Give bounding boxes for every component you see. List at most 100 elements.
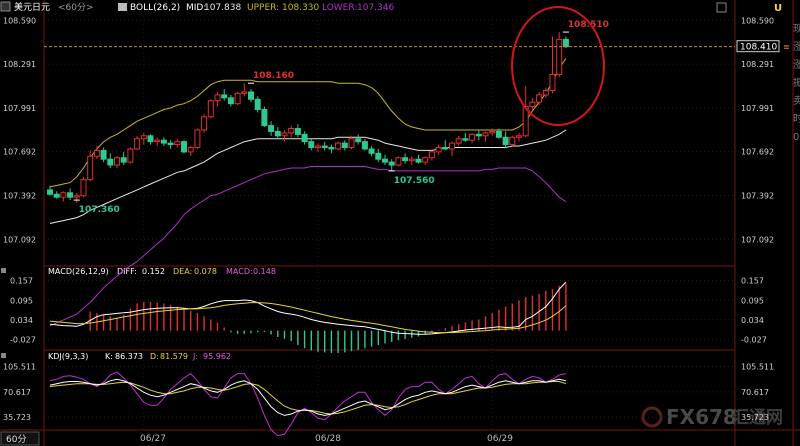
kdj-axis-right-label: 70.617 <box>741 388 769 397</box>
macd-axis-right-label: 0.157 <box>741 277 764 286</box>
price-axis-right-label: 107.692 <box>741 148 774 157</box>
price-axis-right-label: 107.991 <box>741 104 774 113</box>
candle-body <box>87 155 94 181</box>
candle-body <box>107 158 114 166</box>
right-char-0: 现 <box>793 23 800 35</box>
candle-body <box>502 136 509 146</box>
candle-body <box>549 73 556 92</box>
price-axis-left-label: 107.692 <box>3 148 36 157</box>
candle-body <box>556 38 563 75</box>
price-axis-left-label: 108.291 <box>3 60 36 69</box>
candle-body <box>489 130 496 134</box>
candle-body <box>248 91 254 100</box>
period-badge-label: 60分 <box>6 434 26 445</box>
right-char-4: 卖 <box>793 95 800 107</box>
menu-icon[interactable] <box>0 1 11 12</box>
candle-body <box>422 157 429 163</box>
candle-body <box>375 152 382 160</box>
corner-letter: U <box>774 3 782 14</box>
candle-body <box>241 91 248 94</box>
macd-diff-value: 0.152 <box>142 267 165 276</box>
macd-macd-value: 0.148 <box>253 267 276 276</box>
current-price-text: 108.410 <box>740 43 777 53</box>
candle-body <box>402 157 409 162</box>
candle-body <box>495 130 502 138</box>
period-label: <60分> <box>58 2 94 13</box>
candle-body <box>134 138 141 150</box>
candle-body <box>154 139 161 143</box>
macd-axis-left-label: 0.157 <box>10 277 33 286</box>
candle-body <box>120 157 127 163</box>
date-label-2: 06/29 <box>487 434 513 444</box>
candle-body <box>388 161 395 166</box>
macd-axis-left-label: 0.095 <box>10 296 33 305</box>
candle-body <box>261 109 268 127</box>
right-char-2: 涨 <box>793 59 800 71</box>
candle-body <box>455 138 462 144</box>
candle-body <box>194 129 201 148</box>
candle-body <box>100 149 107 160</box>
kdj-icon <box>1 353 6 358</box>
candle-body <box>127 148 134 163</box>
candle-body <box>348 138 355 148</box>
price-axis-right-label: 107.392 <box>741 191 774 200</box>
candle-body <box>221 94 228 99</box>
candle-body <box>542 90 549 96</box>
price-axis-right-label: 108.590 <box>741 16 774 25</box>
candle-body <box>187 146 194 153</box>
kdj-j-value: 95.962 <box>203 352 231 361</box>
candle-body <box>140 135 147 140</box>
candle-body <box>469 133 476 141</box>
date-label-1: 06/28 <box>315 434 341 444</box>
candle-body <box>315 145 321 148</box>
extreme-label: 108.160 <box>253 71 294 81</box>
kdj-name: KDJ(9,3,3) <box>48 352 88 361</box>
right-char-5: 时 <box>793 113 800 125</box>
macd-axis-left-label: -0.027 <box>10 335 36 344</box>
macd-axis-right-label: 0.034 <box>741 316 764 325</box>
kdj-k-value: 86.373 <box>115 352 143 361</box>
candle-body <box>201 116 208 131</box>
boll-icon <box>118 3 127 11</box>
candle-body <box>268 125 275 132</box>
macd-name: MACD(26,12,9) <box>48 267 109 276</box>
candle-body <box>93 149 100 157</box>
symbol-label: 美元日元 <box>14 1 50 13</box>
extreme-label: 107.360 <box>79 205 120 215</box>
macd-macd-label: MACD: <box>226 267 253 276</box>
price-axis-left-label: 107.392 <box>3 191 36 200</box>
price-axis-left-label: 107.092 <box>3 235 36 244</box>
candle-body <box>408 158 415 162</box>
macd-dea-label: DEA: <box>173 267 192 276</box>
right-char-3: 振 <box>793 76 800 89</box>
price-axis-right-label: 108.291 <box>741 60 774 69</box>
candle-body <box>415 158 422 163</box>
candle-body <box>160 139 167 144</box>
candle-body <box>321 145 328 148</box>
kdj-axis-left-label: 35.723 <box>3 413 31 422</box>
chart-stage: 美元日元 <60分> BOLL(26,2) MID: 107.838 UPPER… <box>0 0 800 446</box>
price-axis-right-label: 107.092 <box>741 235 774 244</box>
candle-body <box>482 132 489 137</box>
boll-upper-value: 108.330 <box>282 3 319 13</box>
macd-axis-right-label: -0.027 <box>741 335 767 344</box>
boll-upper-label: UPPER: <box>247 3 279 13</box>
candle-body <box>181 141 187 153</box>
kdj-j-label: J: <box>192 352 198 361</box>
kdj-k-label: K: <box>105 352 113 361</box>
candle-body <box>308 141 315 148</box>
candle-body <box>227 97 234 105</box>
candle-body <box>509 136 516 146</box>
boll-name: BOLL(26,2) <box>130 3 180 13</box>
candle-body <box>114 157 120 166</box>
candle-body <box>214 94 221 102</box>
candle-body <box>529 101 536 108</box>
candle-body <box>207 100 214 118</box>
candle-body <box>435 146 442 153</box>
boll-lower-value: 107.346 <box>357 3 394 13</box>
candle-body <box>147 135 154 143</box>
kdj-axis-left-label: 105.511 <box>3 363 36 372</box>
candle-body <box>274 130 281 137</box>
macd-dea-value: 0.078 <box>194 267 217 276</box>
price-axis-left-label: 108.590 <box>3 16 36 25</box>
